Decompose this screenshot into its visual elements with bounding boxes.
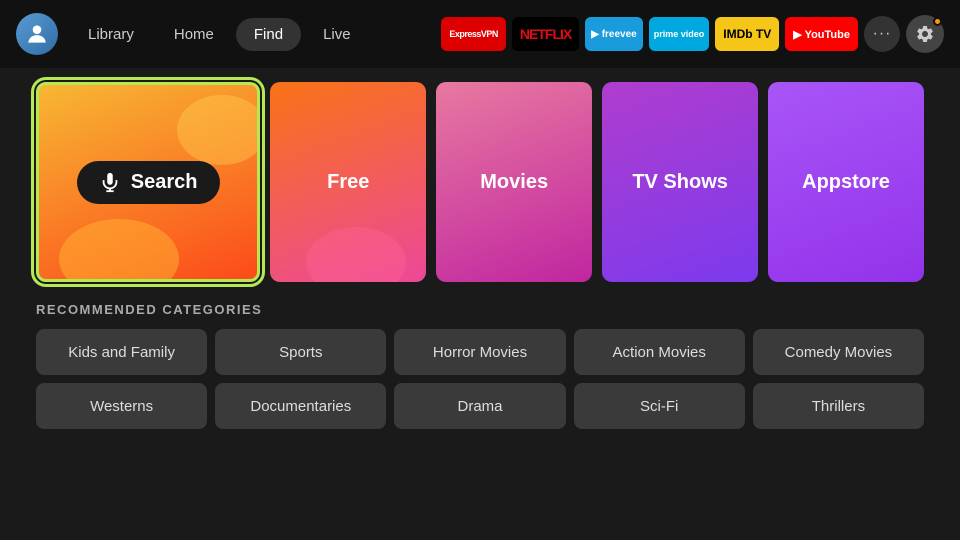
movies-tile[interactable]: Movies [436, 82, 592, 282]
category-comedy[interactable]: Comedy Movies [753, 329, 924, 375]
category-grid: Kids and Family Sports Horror Movies Act… [36, 329, 924, 429]
app-prime[interactable]: prime video [649, 17, 710, 51]
mic-icon [99, 171, 121, 193]
recommended-section: RECOMMENDED CATEGORIES Kids and Family S… [36, 302, 924, 429]
search-label: Search [131, 171, 198, 194]
category-horror[interactable]: Horror Movies [394, 329, 565, 375]
app-icons-bar: ExpressVPN NETFLIX ▶ freevee prime video… [441, 15, 944, 53]
free-label: Free [327, 171, 369, 194]
category-scifi[interactable]: Sci-Fi [574, 383, 745, 429]
category-tiles: Search Free Movies TV Shows Appstore [36, 82, 924, 282]
avatar[interactable] [16, 13, 58, 55]
tvshows-label: TV Shows [632, 171, 728, 194]
more-apps-button[interactable]: ··· [864, 16, 900, 52]
main-content: Search Free Movies TV Shows Appstore REC… [0, 68, 960, 429]
nav-home[interactable]: Home [156, 18, 232, 51]
category-row-2: Westerns Documentaries Drama Sci-Fi Thri… [36, 383, 924, 429]
appstore-tile[interactable]: Appstore [768, 82, 924, 282]
category-thrillers[interactable]: Thrillers [753, 383, 924, 429]
nav-find[interactable]: Find [236, 18, 301, 51]
category-kids-family[interactable]: Kids and Family [36, 329, 207, 375]
header: Library Home Find Live ExpressVPN NETFLI… [0, 0, 960, 68]
category-sports[interactable]: Sports [215, 329, 386, 375]
nav-live[interactable]: Live [305, 18, 369, 51]
app-youtube[interactable]: ▶ YouTube [785, 17, 858, 51]
app-imdb[interactable]: IMDb TV [715, 17, 779, 51]
app-netflix[interactable]: NETFLIX [512, 17, 579, 51]
nav-library[interactable]: Library [70, 18, 152, 51]
category-row-1: Kids and Family Sports Horror Movies Act… [36, 329, 924, 375]
recommended-title: RECOMMENDED CATEGORIES [36, 302, 924, 317]
main-nav: Library Home Find Live [70, 18, 369, 51]
free-tile[interactable]: Free [270, 82, 426, 282]
search-pill[interactable]: Search [77, 161, 220, 204]
tvshows-tile[interactable]: TV Shows [602, 82, 758, 282]
category-documentaries[interactable]: Documentaries [215, 383, 386, 429]
settings-button[interactable] [906, 15, 944, 53]
movies-label: Movies [480, 171, 548, 194]
appstore-label: Appstore [802, 171, 890, 194]
app-expressvpn[interactable]: ExpressVPN [441, 17, 506, 51]
search-tile[interactable]: Search [36, 82, 260, 282]
category-drama[interactable]: Drama [394, 383, 565, 429]
category-action[interactable]: Action Movies [574, 329, 745, 375]
app-freevee[interactable]: ▶ freevee [585, 17, 643, 51]
category-westerns[interactable]: Westerns [36, 383, 207, 429]
